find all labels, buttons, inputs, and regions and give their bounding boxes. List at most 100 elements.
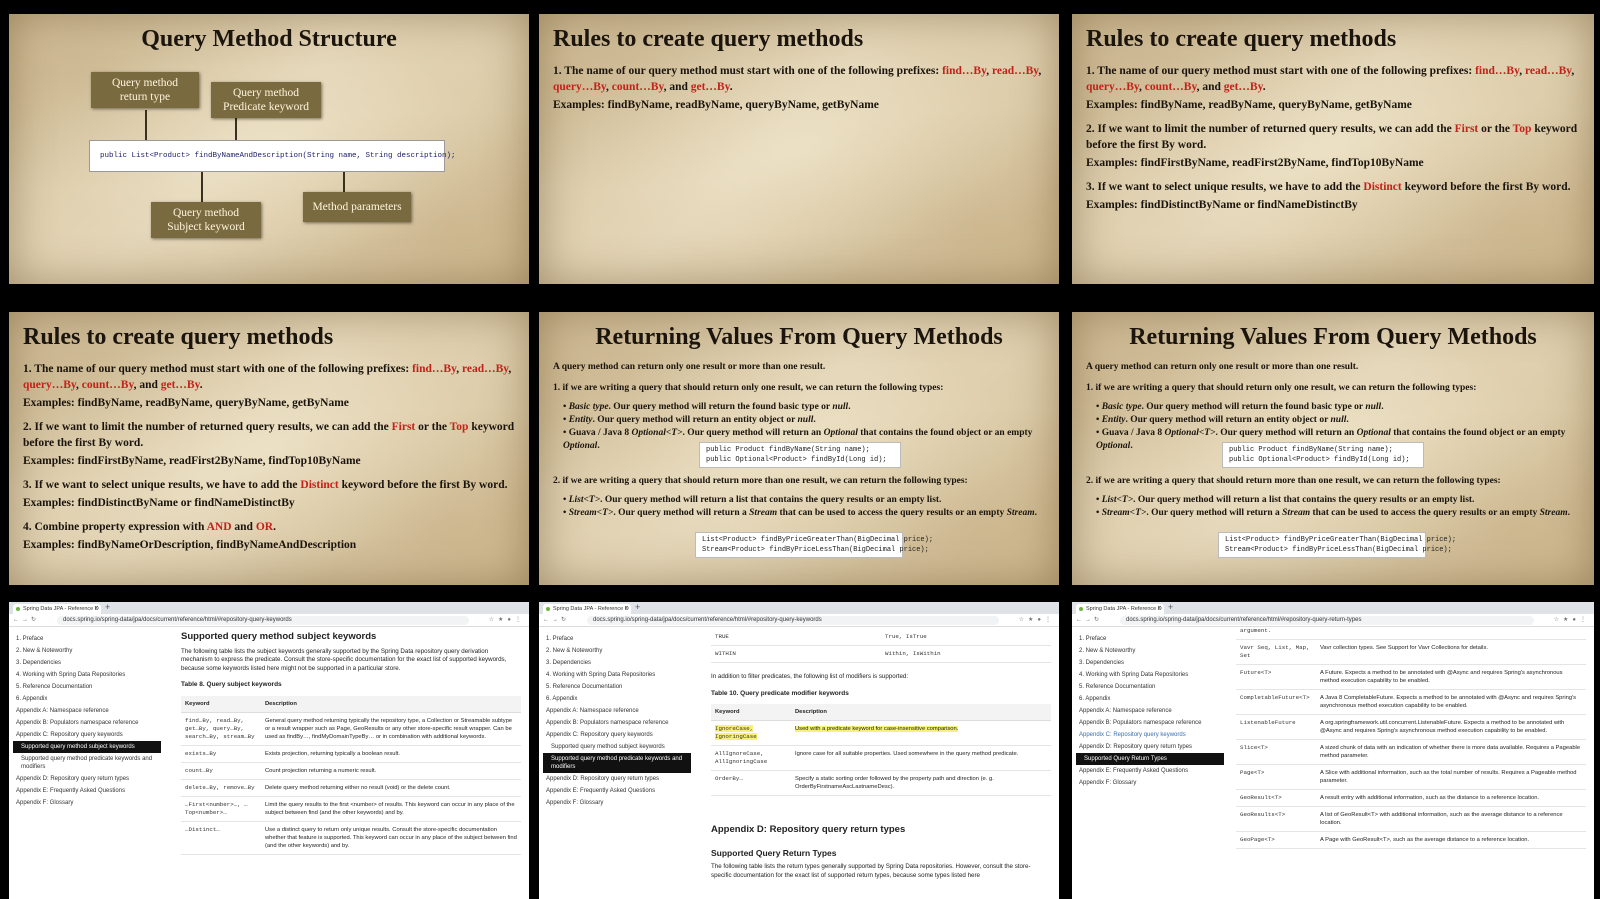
slide-title: Returning Values From Query Methods [1129,324,1537,350]
close-tab-icon[interactable]: × [94,604,98,614]
rule-2: 2. If we want to limit the number of ret… [23,421,515,449]
table-row: GeoResult<T> A result entry with addition… [1236,789,1586,807]
modifiers-intro: In addition to filter predicates, the fo… [711,673,909,680]
toc-item[interactable]: Appendix E: Frequently Asked Questions [543,785,691,797]
toolbar-icons[interactable]: ☆★●⋮ [489,614,525,627]
toc-item[interactable]: 6. Appendix [543,693,691,705]
nav-arrows-icon[interactable]: ←→↻ [1076,614,1102,627]
slide-title: Rules to create query methods [553,26,864,52]
new-tab-icon[interactable]: + [1168,602,1173,612]
toc-item[interactable]: 1. Preface [1076,633,1224,645]
table-caption: Table 10. Query predicate modifier keywo… [711,689,849,697]
bullet-entity: • Entity. Our query method will return a… [563,415,816,425]
toc-item[interactable]: Appendix B: Populators namespace referen… [1076,717,1224,729]
predicate-keyword-box: Query method Predicate keyword [211,82,321,118]
toc-item[interactable]: Appendix A: Namespace reference [13,705,161,717]
toc-item[interactable]: 4. Working with Spring Data Repositories [1076,669,1224,681]
slide-rules-3: Rules to create query methods 1. The nam… [1072,14,1594,284]
toc-item[interactable]: 2. New & Noteworthy [1076,645,1224,657]
toc-item[interactable]: 3. Dependencies [1076,657,1224,669]
code-multiple-results: List<Product> findByPriceGreaterThan(Big… [695,532,933,558]
toc-item-hovered[interactable]: Appendix C: Repository query keywords [1076,729,1224,741]
bullet-list: • List<T>. Our query method will return … [1096,495,1475,505]
returning-one: 1. if we are writing a query that should… [1086,383,1477,393]
toc-item-active[interactable]: Supported Query Return Types [1076,753,1224,765]
toc-item[interactable]: 2. New & Noteworthy [543,645,691,657]
toc-sidebar: 1. Preface 2. New & Noteworthy 3. Depend… [9,627,165,899]
toolbar-icons[interactable]: ☆★●⋮ [1019,614,1055,627]
table-row: …First<number>…, …Top<number>… Limit the … [181,796,521,822]
address-bar[interactable]: docs.spring.io/spring-data/jpa/docs/curr… [587,616,999,625]
address-bar[interactable]: docs.spring.io/spring-data/jpa/docs/curr… [1120,616,1534,625]
nav-arrows-icon[interactable]: ←→↻ [543,614,569,627]
table-row: delete…By, remove…By Delete query method … [181,779,521,797]
toc-item[interactable]: 5. Reference Documentation [1076,681,1224,693]
toc-item[interactable]: Appendix E: Frequently Asked Questions [13,785,161,797]
rule-1-examples: Examples: findByName, readByName, queryB… [23,397,349,409]
new-tab-icon[interactable]: + [635,602,640,612]
toc-item[interactable]: 6. Appendix [13,693,161,705]
toc-item[interactable]: 6. Appendix [1076,693,1224,705]
toc-item[interactable]: Appendix F: Glossary [543,797,691,809]
toc-item[interactable]: Appendix B: Populators namespace referen… [13,717,161,729]
toc-item[interactable]: Appendix D: Repository query return type… [1076,741,1224,753]
browser-tab[interactable]: Spring Data JPA - Reference D × [543,604,631,614]
close-tab-icon[interactable]: × [1157,604,1161,614]
rule-1-examples: Examples: findByName, readByName, queryB… [1086,99,1412,111]
table-row: find…By, read…By, get…By, query…By, sear… [181,712,521,746]
rule-4: 4. Combine property expression with AND … [23,521,276,533]
toc-item[interactable]: 5. Reference Documentation [13,681,161,693]
slide-returning-values-1: Returning Values From Query Methods A qu… [539,312,1059,585]
toc-item[interactable]: 4. Working with Spring Data Repositories [543,669,691,681]
slide-returning-values-2: Returning Values From Query Methods A qu… [1072,312,1594,585]
table-row: exists…By Exists projection, returning ty… [181,745,521,763]
doc-content: TRUE True, IsTrue WITHIN Within, IsWithin … [711,627,1051,899]
toc-item[interactable]: 2. New & Noteworthy [13,645,161,657]
toc-item[interactable]: Appendix F: Glossary [13,797,161,809]
bullet-stream: • Stream<T>. Our query method will retur… [1096,508,1570,518]
toc-item[interactable]: Supported query method subject keywords [543,741,691,753]
toc-item[interactable]: Appendix C: Repository query keywords [543,729,691,741]
table-row: Slice<T> A sized chunk of data with an in… [1236,739,1586,765]
browser-tab[interactable]: Spring Data JPA - Reference D × [1076,604,1164,614]
table-row: Page<T> A Slice with additional informati… [1236,764,1586,790]
rule-1: 1. The name of our query method must sta… [1086,65,1575,93]
toc-item-active[interactable]: Supported query method subject keywords [13,741,161,753]
address-bar[interactable]: docs.spring.io/spring-data/jpa/docs/curr… [57,616,469,625]
browser-window-predicate-modifiers: Spring Data JPA - Reference D × + ←→↻ docs.… [539,602,1059,899]
table-row: …Distinct… Use a distinct query to return… [181,821,521,855]
method-signature: public List<Product> findByNameAndDescri… [89,140,456,172]
toc-item[interactable]: Appendix C: Repository query keywords [13,729,161,741]
slide-query-method-structure: Query Method Structure Query method retu… [9,14,529,284]
toc-item[interactable]: 3. Dependencies [543,657,691,669]
table-row: Vavr Seq, List, Map, Set Vavr collection … [1236,639,1586,665]
toc-item[interactable]: 4. Working with Spring Data Repositories [13,669,161,681]
modifier-keywords-table: Keyword Description IgnoreCase, IgnoringC… [711,704,1051,796]
toc-item[interactable]: 5. Reference Documentation [543,681,691,693]
toc-item[interactable]: Supported query method predicate keyword… [13,755,161,771]
nav-arrows-icon[interactable]: ←→↻ [13,614,39,627]
toolbar-icons[interactable]: ☆★●⋮ [1554,614,1590,627]
browser-tab[interactable]: Spring Data JPA - Reference D × [13,604,101,614]
returning-intro: A query method can return only one resul… [1086,362,1359,372]
toc-item[interactable]: Appendix D: Repository query return type… [543,773,691,785]
toc-item-active[interactable]: Supported query method predicate keyword… [543,753,691,773]
predicate-keywords-table-tail: TRUE True, IsTrue WITHIN Within, IsWithin [711,629,1051,663]
close-tab-icon[interactable]: × [624,604,628,614]
table-row: TRUE True, IsTrue [711,629,1051,646]
slide-rules-1: Rules to create query methods 1. The nam… [539,14,1059,284]
appendix-d-heading: Appendix D: Repository query return type… [711,824,906,835]
toc-item[interactable]: 1. Preface [13,633,161,645]
bullet-basic-type: • Basic type. Our query method will retu… [563,402,851,412]
return-type-box: Query method return type [91,72,199,108]
toc-item[interactable]: Appendix D: Repository query return type… [13,773,161,785]
toc-item[interactable]: 3. Dependencies [13,657,161,669]
toc-item[interactable]: Appendix A: Namespace reference [1076,705,1224,717]
toc-item[interactable]: Appendix B: Populators namespace referen… [543,717,691,729]
toc-item[interactable]: 1. Preface [543,633,691,645]
toc-item[interactable]: Appendix E: Frequently Asked Questions [1076,765,1224,777]
toc-item[interactable]: Appendix F: Glossary [1076,777,1224,789]
toc-item[interactable]: Appendix A: Namespace reference [543,705,691,717]
return-types-heading: Supported Query Return Types [711,847,837,858]
new-tab-icon[interactable]: + [105,602,110,612]
